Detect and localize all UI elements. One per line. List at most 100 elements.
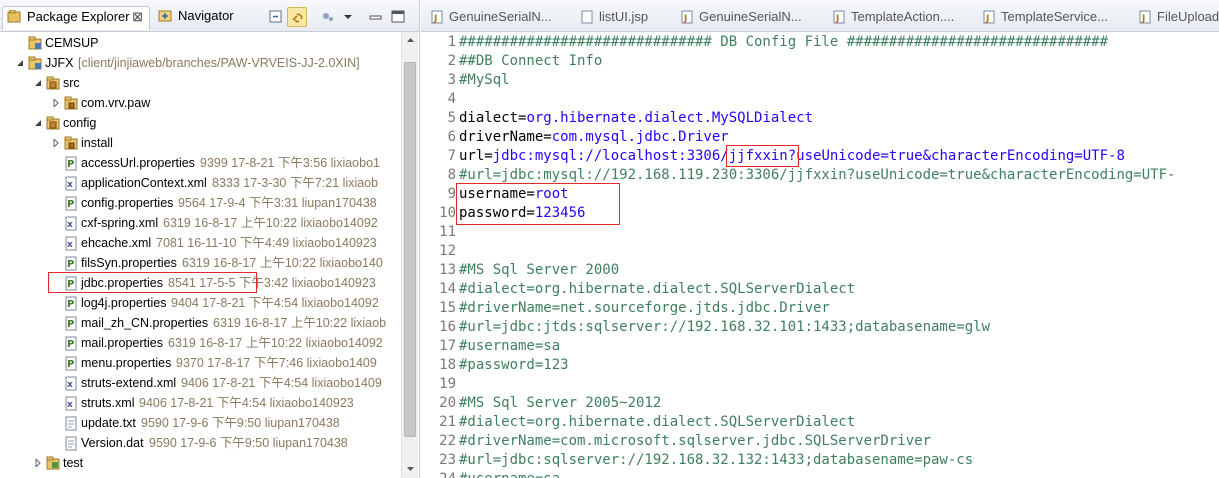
tree-item[interactable]: JJFX [client/jinjiaweb/branches/PAW-VRVEI… [0,53,400,73]
line-number: 23 [439,452,456,468]
line-number: 20 [439,395,456,411]
editor-tab-label: TemplateAction.... [851,9,955,24]
code-line: #username=sa [459,338,561,354]
collapsed-twisty-icon[interactable] [52,99,60,107]
code-line: #driverName=com.microsoft.sqlserver.jdbc… [459,433,932,449]
editor-tab-label: TemplateService... [1001,9,1108,24]
maximize-button[interactable] [388,7,408,27]
tab-navigator[interactable]: Navigator [154,6,264,30]
tree-item-meta: 9370 17-8-17 下午7:46 lixiaobo1409 [176,356,377,370]
focus-button[interactable] [318,7,338,27]
minimize-button[interactable] [366,7,386,27]
tree-item[interactable]: x applicationContext.xml 8333 17-3-30 下午7:… [0,173,400,193]
code-editor[interactable]: 1 ############################## DB Confi… [421,32,1219,478]
property-value: jdbc:mysql://localhost:3306/jjfxxin?useU… [492,148,1125,164]
tree-item-label: mail_zh_CN.properties [81,316,209,330]
svg-text:P: P [67,319,74,330]
tree-item-label: Version.dat [81,436,144,450]
tree-item[interactable]: x ehcache.xml 7081 16-11-10 下午4:49 lixiaob… [0,233,400,253]
tree-item-meta: 9406 17-8-21 下午4:54 lixiaobo140923 [139,396,354,410]
svg-text:J: J [683,14,687,24]
project-icon [28,36,42,50]
tree-item-label: src [63,76,80,90]
source-folder-icon [46,76,60,90]
tab-package-explorer[interactable]: Package Explorer ⊠ [2,6,150,30]
focus-icon [323,13,333,21]
expanded-twisty-icon[interactable] [34,119,42,127]
tree-item-meta: 7081 16-11-10 下午4:49 lixiaobo140923 [156,236,377,250]
properties-file-icon: P [65,156,77,171]
collapse-all-button[interactable] [266,7,286,27]
line-number: 5 [447,110,456,126]
line-number: 7 [447,148,456,164]
tree-item[interactable]: x struts.xml 9406 17-8-21 下午4:54 lixiaobo1… [0,393,400,413]
collapsed-twisty-icon[interactable] [34,459,42,467]
line-number: 11 [439,224,456,240]
java-file-icon: J [431,10,443,24]
tree-item-meta: 6319 16-8-17 上午10:22 lixiaobo14092 [168,336,383,350]
svg-text:x: x [67,400,73,410]
tree-item[interactable]: test [0,453,400,473]
tree-item-meta: 6319 16-8-17 上午10:22 lixiaobo14092 [163,216,378,230]
tree-scrollbar[interactable] [401,32,418,478]
xml-file-icon: x [65,236,77,251]
svg-text:P: P [67,359,74,370]
tree-item-label: log4j.properties [81,296,167,310]
xml-file-icon: x [65,396,77,411]
java-file-icon: J [1139,10,1151,24]
tree-item[interactable]: PaccessUrl.properties 9399 17-8-21 下午3:56… [0,153,400,173]
editor-tab-label: GenuineSerialN... [449,9,552,24]
link-with-editor-icon [292,13,303,23]
tree-item[interactable]: Version.dat 9590 17-9-6 下午9:50 liupan1704… [0,433,400,453]
line-number: 19 [439,376,456,392]
line-number: 16 [439,319,456,335]
editor-tab[interactable]: J GenuineSerialN... [679,7,802,27]
tree-item[interactable]: x struts-extend.xml 9406 17-8-21 下午4:54 li… [0,373,400,393]
editor-tab[interactable]: J TemplateService... [981,7,1108,27]
code-line: dialect=org.hibernate.dialect.MySQLDiale… [459,109,813,128]
package-icon [64,96,78,110]
selection-highlight-box [48,272,257,293]
collapsed-twisty-icon[interactable] [52,139,60,147]
tree-item[interactable]: Pmail_zh_CN.properties 6319 16-8-17 上午10:… [0,313,400,333]
code-line: ############################## DB Config… [459,34,1109,50]
code-line: #dialect=org.hibernate.dialect.SQLServer… [459,281,856,297]
tree-item[interactable]: install [0,133,400,153]
navigator-icon [158,10,172,22]
scroll-up-icon[interactable] [404,34,417,47]
tree-item-label: cxf-spring.xml [81,216,159,230]
tree-item[interactable]: update.txt 9590 17-9-6 下午9:50 liupan17043… [0,413,400,433]
editor-tab[interactable]: J FileUpload [1137,7,1219,27]
scroll-down-icon[interactable] [404,462,417,475]
tree-item[interactable]: Pconfig.properties 9564 17-9-4 下午3:31 liu… [0,193,400,213]
tree-item[interactable]: x cxf-spring.xml 6319 16-8-17 上午10:22 lixi… [0,213,400,233]
tree-item[interactable]: src [0,73,400,93]
tree-item-label: accessUrl.properties [81,156,195,170]
database-name-highlight-box [725,145,800,167]
close-icon[interactable]: ⊠ [132,7,143,27]
java-file-icon: J [681,10,693,24]
editor-tab[interactable]: J GenuineSerialN... [429,7,552,27]
view-menu-button[interactable] [338,7,358,27]
tree-item[interactable]: Pmenu.properties 9370 17-8-17 下午7:46 lixi… [0,353,400,373]
tree-item[interactable]: Plog4j.properties 9404 17-8-21 下午4:54 lix… [0,293,400,313]
tree-item-label: com.vrv.paw [81,96,151,110]
link-with-editor-button[interactable] [287,7,307,27]
scrollbar-thumb[interactable] [404,62,416,437]
tree-item[interactable]: Pmail.properties 6319 16-8-17 上午10:22 lix… [0,333,400,353]
expanded-twisty-icon[interactable] [34,79,42,87]
svg-text:P: P [67,259,74,270]
code-line: #username=sa [459,470,560,478]
tree-item[interactable]: com.vrv.paw [0,93,400,113]
tree-item[interactable]: config [0,113,400,133]
code-line: #MySql [459,72,510,88]
line-number: 2 [447,53,456,69]
tree-item[interactable]: CEMSUP [0,33,400,53]
expanded-twisty-icon[interactable] [16,59,24,67]
tree-item[interactable]: PfilsSyn.properties 6319 16-8-17 上午10:22 … [0,253,400,273]
editor-tab[interactable]: listUI.jsp [579,7,648,27]
tree-item-meta: 9590 17-9-6 下午9:50 liupan170438 [141,416,340,430]
xml-file-icon: x [65,176,77,191]
editor-tab-label: listUI.jsp [599,9,649,24]
editor-tab[interactable]: J TemplateAction.... [831,7,954,27]
